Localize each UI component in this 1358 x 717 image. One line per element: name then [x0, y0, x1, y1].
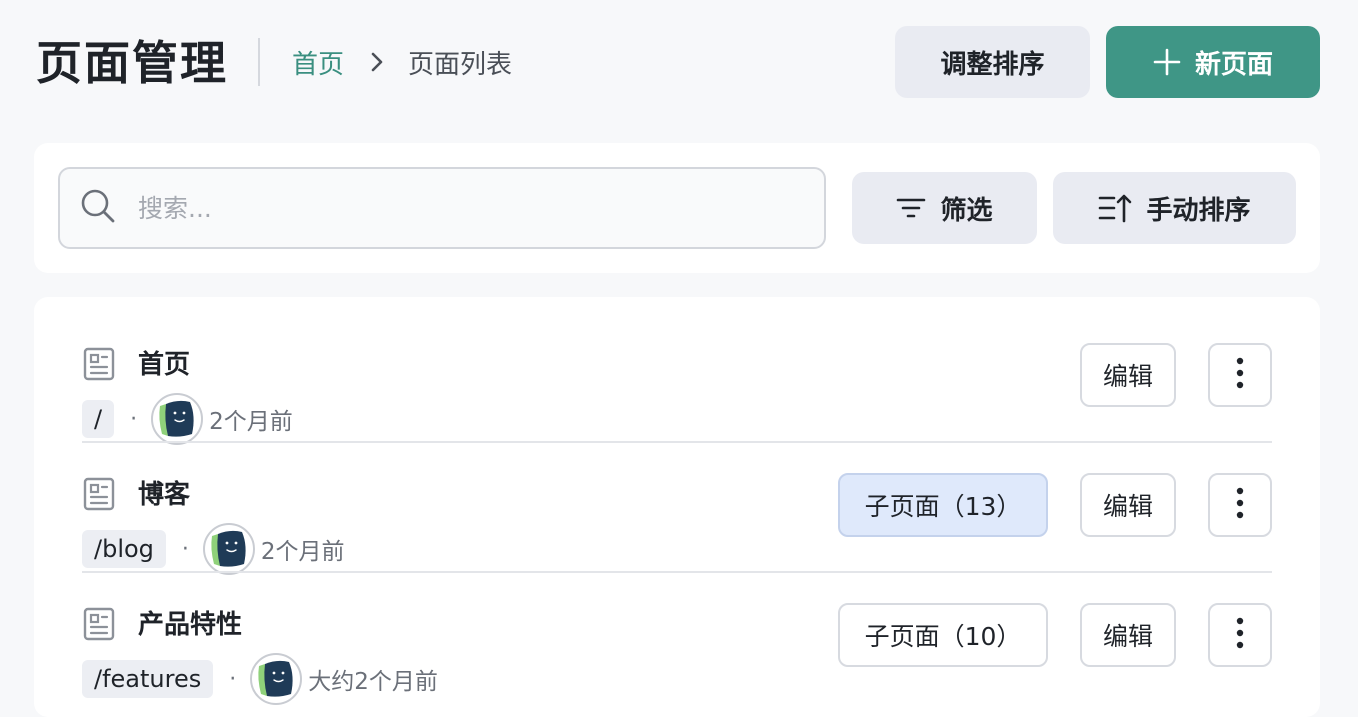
- avatar: [202, 523, 255, 575]
- separator-dot: ·: [130, 406, 138, 432]
- manual-sort-label: 手动排序: [1146, 195, 1251, 226]
- edit-button[interactable]: 编辑: [1080, 603, 1176, 667]
- updated-time: 大约2个月前: [308, 669, 438, 695]
- page-meta: /blog · 2个月前: [82, 523, 345, 575]
- adjust-sort-button[interactable]: 调整排序: [895, 26, 1090, 98]
- search-box[interactable]: [58, 167, 826, 249]
- updated-time: 2个月前: [209, 409, 293, 435]
- chevron-right-icon: [370, 51, 384, 73]
- breadcrumb-current: 页面列表: [408, 49, 513, 80]
- page-list: 首页 / · 2个月前 编辑 博客 /blog · 2个月前 子页面（13） 编…: [34, 297, 1320, 717]
- plus-icon: [1153, 48, 1181, 76]
- document-icon: [82, 607, 116, 645]
- search-icon: [80, 188, 116, 228]
- path-tag: /blog: [82, 530, 166, 568]
- page-meta: / · 2个月前: [82, 393, 293, 445]
- title-divider: [258, 38, 260, 86]
- breadcrumb: 首页 页面列表: [292, 44, 512, 80]
- page-title: 页面管理: [36, 36, 228, 90]
- more-options-button[interactable]: [1208, 603, 1272, 667]
- page-title-text[interactable]: 博客: [138, 477, 190, 513]
- avatar: [250, 653, 303, 705]
- filter-icon: [896, 197, 926, 219]
- breadcrumb-home-link[interactable]: 首页: [292, 44, 344, 81]
- separator-dot: ·: [229, 666, 237, 692]
- page-row: 产品特性 /features · 大约2个月前 子页面（10） 编辑: [82, 573, 1272, 705]
- search-input[interactable]: [138, 193, 738, 223]
- document-icon: [82, 477, 116, 515]
- more-vertical-icon: [1236, 357, 1244, 393]
- path-tag: /features: [82, 660, 214, 698]
- path-tag: /: [82, 400, 115, 438]
- adjust-sort-label: 调整排序: [940, 49, 1045, 80]
- subpages-button[interactable]: 子页面（10）: [838, 603, 1048, 667]
- separator-dot: ·: [181, 536, 189, 562]
- filter-label: 筛选: [940, 195, 993, 226]
- page-row: 博客 /blog · 2个月前 子页面（13） 编辑: [82, 443, 1272, 575]
- edit-button[interactable]: 编辑: [1080, 473, 1176, 537]
- more-vertical-icon: [1236, 487, 1244, 523]
- sort-ascending-icon: [1098, 193, 1132, 223]
- updated-time: 2个月前: [260, 539, 345, 565]
- new-page-button[interactable]: 新页面: [1106, 26, 1320, 98]
- document-icon: [82, 347, 116, 385]
- toolbar-card: 筛选 手动排序: [34, 143, 1320, 273]
- more-vertical-icon: [1236, 617, 1244, 653]
- page-row: 首页 / · 2个月前 编辑: [82, 313, 1272, 445]
- page-title-text[interactable]: 首页: [138, 347, 190, 383]
- page-meta: /features · 大约2个月前: [82, 653, 438, 705]
- page-header: 页面管理 首页 页面列表 调整排序 新页面: [0, 0, 1358, 126]
- new-page-label: 新页面: [1194, 49, 1273, 80]
- more-options-button[interactable]: [1208, 473, 1272, 537]
- more-options-button[interactable]: [1208, 343, 1272, 407]
- manual-sort-button[interactable]: 手动排序: [1053, 172, 1296, 244]
- edit-button[interactable]: 编辑: [1080, 343, 1176, 407]
- filter-button[interactable]: 筛选: [852, 172, 1037, 244]
- page-title-text[interactable]: 产品特性: [138, 607, 242, 643]
- avatar: [151, 393, 204, 445]
- subpages-button[interactable]: 子页面（13）: [838, 473, 1048, 537]
